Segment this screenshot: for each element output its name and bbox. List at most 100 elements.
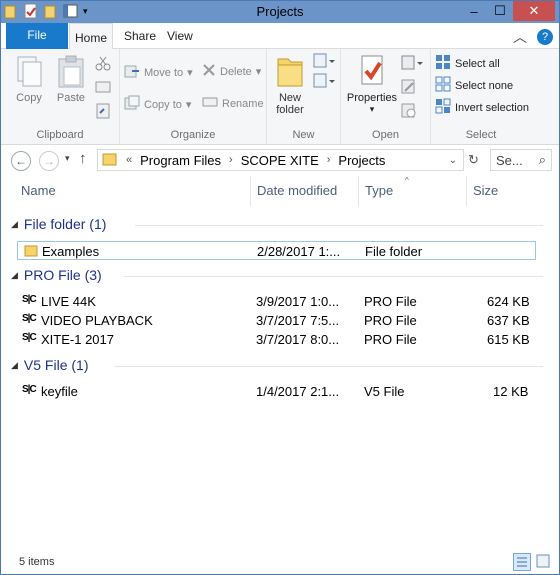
list-item[interactable]: S|C keyfile 1/4/2017 2:1... V5 File 12 K… (17, 382, 536, 401)
copy-to-label: Copy to (144, 98, 182, 111)
folder-icon (102, 152, 118, 169)
select-all-icon (435, 54, 451, 73)
select-all-button[interactable]: Select all (435, 54, 500, 73)
item-date: 3/7/2017 7:5... (256, 313, 340, 328)
new-folder-button[interactable]: New folder (271, 53, 309, 116)
list-item[interactable]: S|C VIDEO PLAYBACK 3/7/2017 7:5... PRO F… (17, 311, 536, 330)
delete-button[interactable]: Delete ▾ (202, 63, 261, 80)
rename-button[interactable]: Rename (202, 95, 264, 112)
item-name: keyfile (41, 384, 78, 399)
edit-icon[interactable] (401, 79, 417, 98)
search-input[interactable]: Se... ⌕ (490, 149, 552, 171)
chevron-down-icon: ◢ (11, 269, 18, 280)
invert-selection-icon (435, 98, 451, 117)
breadcrumb-item[interactable]: SCOPE XITE (241, 153, 319, 168)
group-header[interactable]: ◢ PRO File (3) (11, 267, 102, 283)
item-size: 12 KB (493, 384, 529, 399)
breadcrumb-item[interactable]: Program Files (140, 153, 221, 168)
scissors-icon[interactable] (95, 55, 111, 74)
group-title: File folder (1) (23, 216, 107, 232)
chevron-down-icon: ▾ (255, 66, 262, 78)
minimize-button[interactable]: – (461, 1, 487, 21)
chevron-down-icon: ▾ (187, 67, 193, 79)
forward-button[interactable]: → (39, 151, 59, 171)
folder-icon (24, 244, 38, 260)
history-icon[interactable] (401, 103, 417, 122)
copy-button[interactable]: Copy (11, 55, 47, 104)
select-all-label: Select all (455, 57, 500, 70)
select-none-label: Select none (455, 79, 514, 92)
item-type: PRO File (364, 313, 417, 328)
group-organize: Move to ▾ Copy to ▾ Delete ▾ Rename Organiz… (120, 49, 267, 145)
recent-locations-icon[interactable]: ▾ (65, 153, 70, 164)
delete-label: Delete (220, 65, 252, 78)
chevron-right-icon[interactable]: › (327, 154, 331, 166)
item-name: Examples (42, 244, 100, 259)
group-title: PRO File (3) (23, 267, 102, 283)
invert-selection-label: Invert selection (455, 101, 529, 114)
breadcrumb-item[interactable]: Projects (338, 153, 385, 168)
up-arrow-icon[interactable]: ↑ (79, 150, 87, 167)
help-icon[interactable]: ? (537, 29, 553, 45)
tab-home[interactable]: Home (69, 23, 113, 50)
tab-share[interactable]: Share (124, 29, 156, 43)
sc-file-icon: S|C (22, 313, 37, 324)
large-icons-view-icon[interactable] (535, 553, 553, 571)
chevron-down-icon[interactable]: ⌄ (449, 155, 457, 166)
back-button[interactable]: ← (11, 151, 31, 171)
chevron-down-icon: ◢ (11, 218, 18, 229)
copy-path-icon[interactable] (95, 79, 111, 98)
item-date: 3/9/2017 1:0... (256, 294, 340, 309)
move-to-button[interactable]: Move to ▾ (124, 63, 193, 82)
sc-file-icon: S|C (22, 384, 37, 395)
item-name: LIVE 44K (41, 294, 96, 309)
select-none-button[interactable]: Select none (435, 76, 513, 95)
item-type: V5 File (364, 384, 405, 399)
copy-label: Copy (16, 92, 42, 104)
item-name: XITE-1 2017 (41, 332, 114, 347)
invert-selection-button[interactable]: Invert selection (435, 98, 529, 117)
column-header-size[interactable]: Size (467, 176, 537, 206)
address-bar: ← → ▾ ↑ « Program Files › SCOPE XITE › P… (1, 145, 559, 175)
clipboard-group-label: Clipboard (36, 129, 84, 141)
new-item-icon[interactable] (313, 53, 335, 72)
item-date: 1/4/2017 2:1... (256, 384, 340, 399)
column-header-type[interactable]: Type (359, 176, 467, 206)
copy-to-button[interactable]: Copy to ▾ (124, 95, 191, 114)
chevron-right-icon[interactable]: › (229, 154, 233, 166)
paste-button[interactable]: Paste (53, 55, 89, 104)
item-type: File folder (365, 244, 423, 259)
list-item[interactable]: S|C XITE-1 2017 3/7/2017 8:0... PRO File… (17, 330, 536, 349)
item-type: PRO File (364, 332, 417, 347)
column-header-name[interactable]: Name (15, 176, 251, 206)
overflow-icon[interactable]: « (126, 154, 132, 166)
list-item[interactable]: Examples 2/28/2017 1:... File folder (17, 241, 536, 260)
sc-file-icon: S|C (22, 294, 37, 305)
copy-icon (14, 55, 44, 92)
item-type: PRO File (364, 294, 417, 309)
list-item[interactable]: S|C LIVE 44K 3/9/2017 1:0... PRO File 62… (17, 292, 536, 311)
tab-file[interactable]: File (6, 23, 68, 49)
ribbon-controls: ︿ ? (513, 27, 553, 47)
maximize-button[interactable]: ☐ (487, 1, 513, 21)
details-view-icon[interactable] (513, 553, 531, 571)
close-button[interactable]: ✕ (513, 1, 555, 21)
group-header[interactable]: ◢ File folder (1) (11, 216, 106, 232)
tab-view[interactable]: View (167, 29, 193, 43)
address-box[interactable]: « Program Files › SCOPE XITE › Projects … (97, 149, 464, 171)
title-bar: ▾ Projects – ☐ ✕ (1, 1, 559, 23)
chevron-up-icon[interactable]: ︿ (513, 27, 527, 47)
status-bar: 5 items (1, 550, 559, 574)
item-date: 3/7/2017 8:0... (256, 332, 340, 347)
properties-button[interactable]: Properties ▾ (345, 53, 399, 115)
open-group-label: Open (372, 129, 399, 141)
column-header-date[interactable]: Date modified (251, 176, 359, 206)
paste-shortcut-icon[interactable] (95, 103, 111, 122)
easy-access-icon[interactable] (313, 73, 335, 92)
search-icon: ⌕ (538, 152, 546, 167)
refresh-icon[interactable]: ↻ (468, 152, 479, 168)
open-icon[interactable] (401, 55, 423, 74)
rename-label: Rename (222, 97, 264, 110)
group-header[interactable]: ◢ V5 File (1) (11, 357, 89, 373)
explorer-window: ▾ Projects – ☐ ✕ File Home Share View ︿ … (0, 0, 560, 575)
